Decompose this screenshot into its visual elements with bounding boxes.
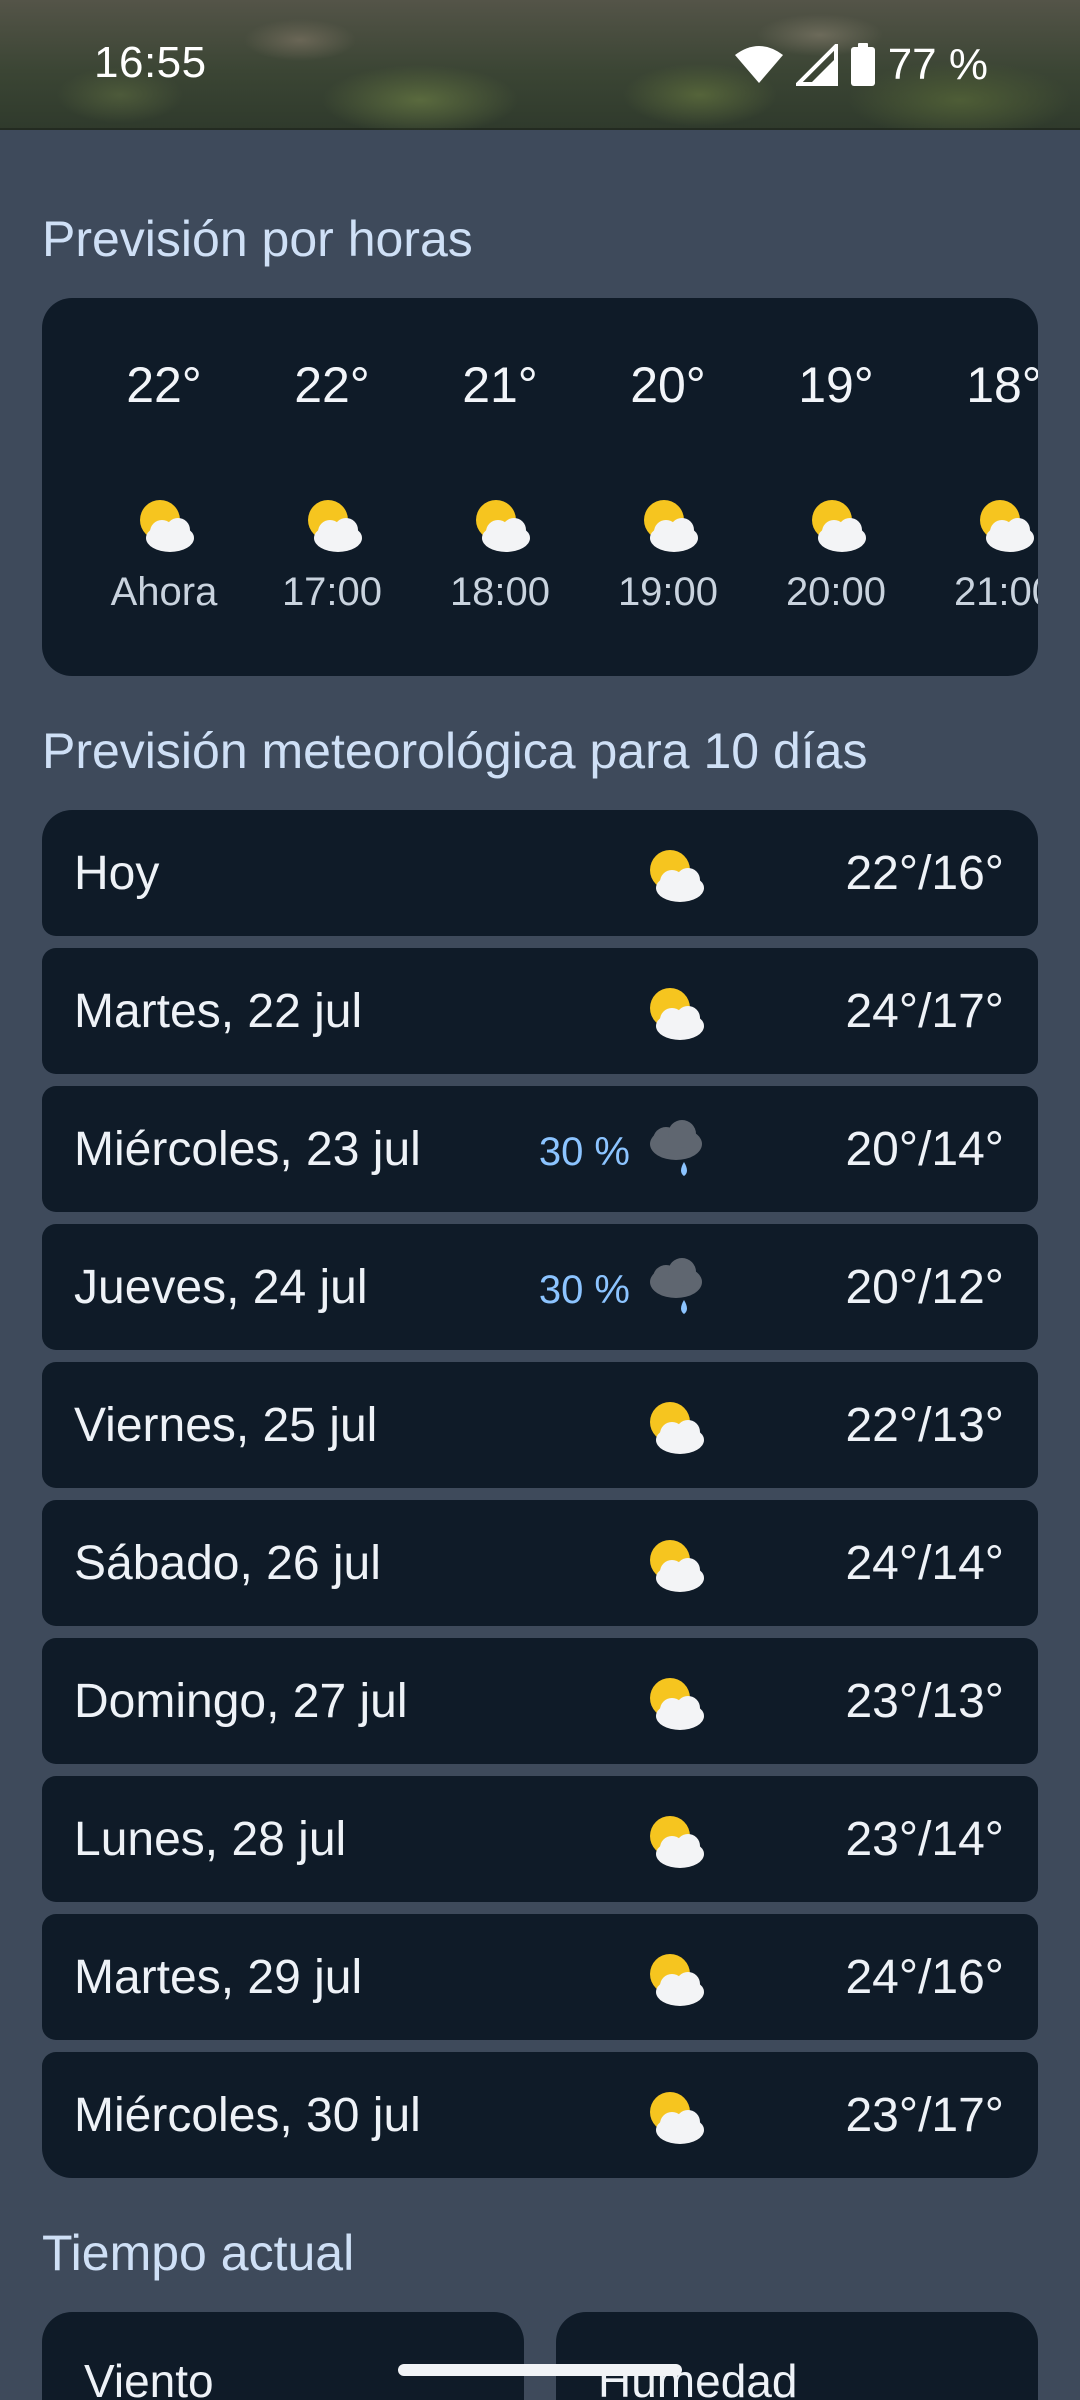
hourly-item: 20° 19:00 [584, 298, 752, 676]
partly-cloudy-icon [650, 850, 704, 902]
hourly-temp: 22° [294, 357, 370, 413]
battery-icon [850, 43, 875, 86]
hourly-time-label: Ahora [110, 570, 218, 614]
daily-day-label: Hoy [74, 847, 160, 900]
gesture-nav-handle[interactable] [398, 2364, 682, 2376]
hourly-time-label: 21:00 [953, 570, 1038, 614]
hourly-temp: 20° [630, 357, 706, 413]
daily-precip-chance: 30 % [538, 1130, 630, 1174]
daily-day-label: Martes, 22 jul [74, 985, 363, 1038]
hourly-item: 19° 20:00 [752, 298, 920, 676]
partly-cloudy-icon [650, 1540, 704, 1592]
status-icons: 77 % [734, 40, 988, 90]
daily-row[interactable]: Sábado, 26 jul 24°/14° [42, 1500, 1038, 1626]
partly-cloudy-icon [650, 2092, 704, 2144]
daily-row[interactable]: Jueves, 24 jul 30 % 20°/12° [42, 1224, 1038, 1350]
daily-row[interactable]: Miércoles, 23 jul 30 % 20°/14° [42, 1086, 1038, 1212]
daily-row[interactable]: Miércoles, 30 jul 23°/17° [42, 2052, 1038, 2178]
humidity-label: Humedad [598, 2355, 798, 2400]
daily-day-label: Jueves, 24 jul [74, 1261, 368, 1314]
hourly-time-label: 18:00 [449, 570, 551, 614]
daily-temps: 20°/12° [845, 1261, 1004, 1314]
status-time: 16:55 [94, 38, 207, 87]
hourly-temp: 22° [126, 357, 202, 413]
rain-cloud-icon [650, 1258, 702, 1314]
partly-cloudy-icon [140, 500, 194, 552]
daily-row[interactable]: Viernes, 25 jul 22°/13° [42, 1362, 1038, 1488]
hourly-temp: 18° [966, 357, 1038, 413]
daily-day-label: Sábado, 26 jul [74, 1537, 381, 1590]
wind-label: Viento [84, 2355, 214, 2400]
daily-day-label: Miércoles, 23 jul [74, 1123, 421, 1176]
daily-temps: 23°/17° [845, 2089, 1004, 2142]
partly-cloudy-icon [650, 988, 704, 1040]
partly-cloudy-icon [980, 500, 1034, 552]
partly-cloudy-icon [650, 1678, 704, 1730]
partly-cloudy-icon [650, 1816, 704, 1868]
daily-day-label: Lunes, 28 jul [74, 1813, 347, 1866]
partly-cloudy-icon [476, 500, 530, 552]
daily-day-label: Martes, 29 jul [74, 1951, 363, 2004]
daily-row[interactable]: Martes, 22 jul 24°/17° [42, 948, 1038, 1074]
daily-precip-chance: 30 % [538, 1268, 630, 1312]
daily-temps: 23°/14° [845, 1813, 1004, 1866]
hourly-time-label: 19:00 [617, 570, 719, 614]
daily-row[interactable]: Lunes, 28 jul 23°/14° [42, 1776, 1038, 1902]
daily-temps: 23°/13° [845, 1675, 1004, 1728]
daily-temps: 24°/16° [845, 1951, 1004, 2004]
cell-signal-icon [795, 44, 838, 86]
hourly-time-label: 17:00 [281, 570, 383, 614]
hourly-item: 21° 18:00 [416, 298, 584, 676]
daily-forecast-title: Previsión meteorológica para 10 días [42, 723, 868, 779]
wind-tile[interactable]: Viento [42, 2312, 524, 2400]
partly-cloudy-icon [812, 500, 866, 552]
hourly-item: 22° Ahora [80, 298, 248, 676]
hourly-forecast-card[interactable]: 22° Ahora 22° 17:00 21° 18:00 20° 19:00 … [42, 298, 1038, 676]
daily-temps: 20°/14° [845, 1123, 1004, 1176]
hourly-time-label: 20:00 [785, 570, 887, 614]
partly-cloudy-icon [308, 500, 362, 552]
battery-percentage: 77 % [887, 40, 988, 89]
status-bar: 16:55 77 % [0, 0, 1080, 130]
daily-day-label: Viernes, 25 jul [74, 1399, 378, 1452]
wifi-icon [734, 46, 783, 83]
partly-cloudy-icon [650, 1402, 704, 1454]
hourly-item: 22° 17:00 [248, 298, 416, 676]
daily-row[interactable]: Martes, 29 jul 24°/16° [42, 1914, 1038, 2040]
daily-temps: 24°/14° [845, 1537, 1004, 1590]
humidity-tile[interactable]: Humedad [556, 2312, 1038, 2400]
daily-row[interactable]: Hoy 22°/16° [42, 810, 1038, 936]
daily-temps: 24°/17° [845, 985, 1004, 1038]
hourly-item: 18° 21:00 [920, 298, 1038, 676]
hourly-forecast-title: Previsión por horas [42, 211, 473, 267]
current-weather-title: Tiempo actual [42, 2225, 355, 2281]
daily-temps: 22°/16° [845, 847, 1004, 900]
daily-day-label: Domingo, 27 jul [74, 1675, 408, 1728]
partly-cloudy-icon [650, 1954, 704, 2006]
daily-temps: 22°/13° [845, 1399, 1004, 1452]
rain-cloud-icon [650, 1120, 702, 1176]
partly-cloudy-icon [644, 500, 698, 552]
daily-row[interactable]: Domingo, 27 jul 23°/13° [42, 1638, 1038, 1764]
daily-day-label: Miércoles, 30 jul [74, 2089, 421, 2142]
hourly-temp: 19° [798, 357, 874, 413]
hourly-temp: 21° [462, 357, 538, 413]
